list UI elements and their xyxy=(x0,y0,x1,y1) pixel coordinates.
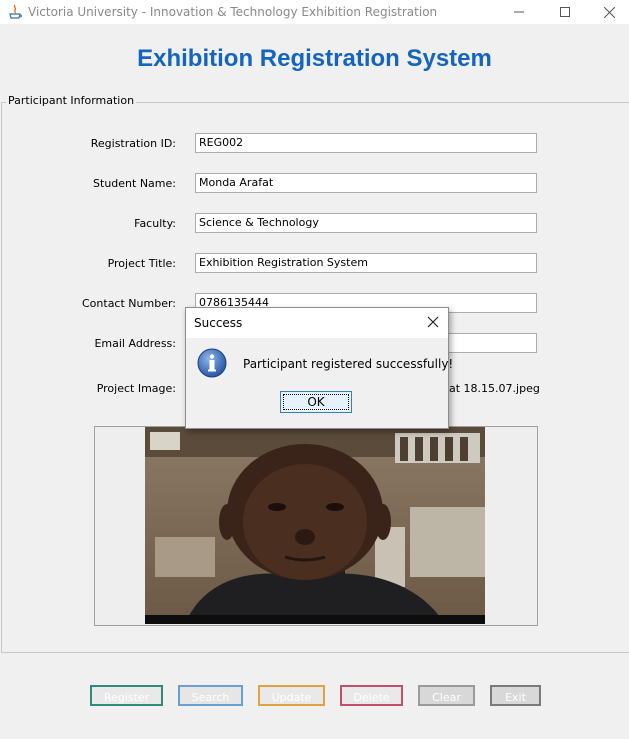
maximize-icon xyxy=(560,7,570,17)
close-button[interactable] xyxy=(586,0,629,24)
dialog-close-icon[interactable] xyxy=(426,315,440,329)
faculty-field[interactable]: Science & Technology xyxy=(195,213,537,233)
student-name-field[interactable]: Monda Arafat xyxy=(195,173,537,193)
register-button[interactable]: Register xyxy=(90,685,163,706)
project-image-label: Project Image: xyxy=(96,382,176,395)
image-preview-panel xyxy=(94,426,538,626)
student-name-label: Student Name: xyxy=(93,177,176,190)
window-title: Victoria University - Innovation & Techn… xyxy=(28,5,438,19)
java-app-icon xyxy=(9,4,22,19)
page-title: Exhibition Registration System xyxy=(137,45,492,72)
project-title-field[interactable]: Exhibition Registration System xyxy=(195,253,537,273)
faculty-label: Faculty: xyxy=(134,217,176,230)
registration-id-label: Registration ID: xyxy=(90,137,176,150)
registration-id-field[interactable]: REG002 xyxy=(195,133,537,153)
email-address-label: Email Address: xyxy=(94,337,176,350)
success-dialog: Success Participant registered successfu… xyxy=(185,307,453,429)
minimize-icon xyxy=(514,11,524,13)
project-photo xyxy=(145,427,485,624)
search-button[interactable]: Search xyxy=(178,685,243,706)
project-title-label: Project Title: xyxy=(107,257,176,270)
dialog-message: Participant registered successfully! xyxy=(243,357,454,371)
maximize-button[interactable] xyxy=(542,0,588,24)
close-icon xyxy=(603,6,615,18)
ok-button[interactable]: OK xyxy=(280,391,352,413)
window-titlebar: Victoria University - Innovation & Techn… xyxy=(0,0,629,24)
project-image xyxy=(145,427,485,624)
info-icon xyxy=(197,348,227,378)
exit-button[interactable]: Exit xyxy=(490,685,541,706)
image-path-text: at 18.15.07.jpeg xyxy=(449,382,540,395)
clear-button[interactable]: Clear xyxy=(418,685,475,706)
group-title: Participant Information xyxy=(6,94,137,107)
contact-number-label: Contact Number: xyxy=(82,297,176,310)
update-button[interactable]: Update xyxy=(258,685,325,706)
dialog-title: Success xyxy=(194,316,243,330)
delete-button[interactable]: Delete xyxy=(340,685,403,706)
minimize-button[interactable] xyxy=(496,0,542,24)
